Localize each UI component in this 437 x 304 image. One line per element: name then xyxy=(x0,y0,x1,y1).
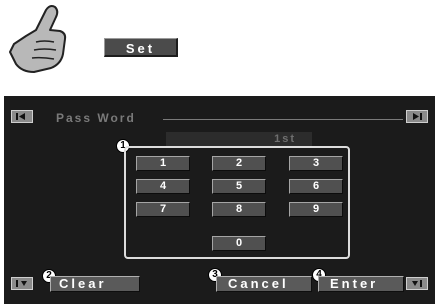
pointing-hand-icon xyxy=(9,5,67,73)
seek-back-button[interactable] xyxy=(11,110,33,123)
key-8[interactable]: 8 xyxy=(212,202,266,217)
scroll-down-button[interactable] xyxy=(406,277,428,290)
title-divider xyxy=(163,119,403,120)
seek-forward-button[interactable] xyxy=(406,110,428,123)
clear-button[interactable]: Clear xyxy=(50,276,140,292)
key-3[interactable]: 3 xyxy=(289,156,343,171)
seek-forward-icon xyxy=(413,113,422,120)
key-9[interactable]: 9 xyxy=(289,202,343,217)
key-6[interactable]: 6 xyxy=(289,179,343,194)
key-1[interactable]: 1 xyxy=(136,156,190,171)
cancel-button[interactable]: Cancel xyxy=(216,276,312,292)
key-7[interactable]: 7 xyxy=(136,202,190,217)
key-5[interactable]: 5 xyxy=(212,179,266,194)
scroll-up-button[interactable] xyxy=(11,277,33,290)
set-button[interactable]: Set xyxy=(104,38,178,57)
password-screen: Pass Word 1st 1 1 2 3 4 5 6 7 8 9 0 2 Cl… xyxy=(4,96,435,304)
key-0[interactable]: 0 xyxy=(212,236,266,251)
password-entry-field: 1st xyxy=(166,132,312,146)
scroll-down-icon xyxy=(412,280,422,287)
entry-value: 1st xyxy=(274,133,296,145)
enter-button[interactable]: Enter xyxy=(318,276,404,292)
seek-back-icon xyxy=(16,113,25,120)
page-title: Pass Word xyxy=(56,111,136,125)
keypad: 1 2 3 4 5 6 7 8 9 0 xyxy=(124,146,350,259)
key-2[interactable]: 2 xyxy=(212,156,266,171)
key-4[interactable]: 4 xyxy=(136,179,190,194)
scroll-up-icon xyxy=(16,280,27,287)
